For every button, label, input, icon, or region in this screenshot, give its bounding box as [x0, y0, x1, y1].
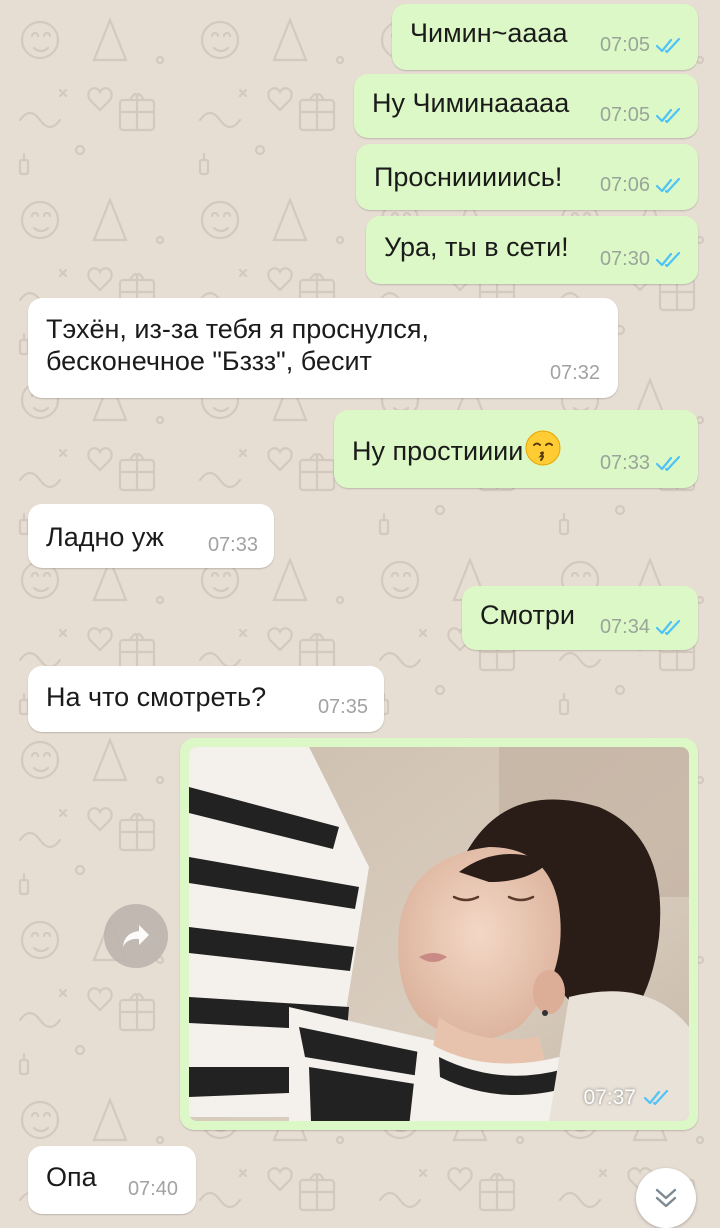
message-text: Смотри — [480, 600, 575, 630]
forward-button[interactable] — [104, 904, 168, 968]
message-text: Ну простииии — [352, 436, 524, 466]
message-time: 07:05 — [599, 34, 650, 56]
double-chevron-down-icon — [655, 1188, 677, 1208]
message-text-wrap: Ну простииии — [352, 430, 561, 468]
message-incoming[interactable]: Опа 07:40 — [28, 1146, 196, 1214]
message-time: 07:33 — [599, 452, 650, 474]
message-time: 07:35 — [317, 696, 368, 718]
message-time: 07:37 — [583, 1086, 636, 1109]
shared-photo[interactable] — [189, 747, 689, 1121]
message-time: 07:40 — [127, 1178, 178, 1200]
kissing-face-emoji — [525, 430, 561, 466]
message-text: Чимин~аааа — [410, 18, 568, 48]
double-check-icon — [656, 108, 681, 124]
double-check-icon — [656, 38, 681, 54]
forward-arrow-icon — [123, 925, 149, 947]
message-outgoing[interactable]: Смотри 07:34 — [462, 586, 698, 650]
message-time: 07:06 — [599, 174, 650, 196]
message-time: 07:30 — [599, 248, 650, 270]
double-check-icon — [656, 178, 681, 194]
message-outgoing[interactable]: Чимин~аааа 07:05 — [392, 4, 698, 70]
message-incoming[interactable]: Тэхён, из-за тебя я проснулся, бесконечн… — [28, 298, 618, 398]
double-check-icon — [656, 456, 681, 472]
message-text: Ну Чиминааааа — [372, 88, 570, 118]
chat-thread[interactable]: Чимин~аааа 07:05 Ну Чиминааааа 07:05 Про… — [0, 0, 720, 1228]
message-text: Ура, ты в сети! — [384, 232, 569, 262]
message-text: Ладно уж — [46, 522, 164, 552]
message-outgoing[interactable]: Проснииииись! 07:06 — [356, 144, 698, 210]
scroll-to-bottom-button[interactable] — [636, 1168, 696, 1228]
message-outgoing[interactable]: Ну простииии 07:33 — [334, 410, 698, 488]
message-text-line-2: бесконечное "Бззз", бесит — [46, 346, 372, 376]
message-time: 07:33 — [207, 534, 258, 556]
message-time: 07:32 — [549, 362, 600, 384]
double-check-icon — [656, 252, 681, 268]
message-outgoing[interactable]: Ура, ты в сети! 07:30 — [366, 216, 698, 284]
message-time: 07:34 — [599, 616, 650, 638]
image-message[interactable]: 07:37 — [180, 738, 698, 1130]
message-text: Опа — [46, 1162, 97, 1192]
message-time: 07:05 — [599, 104, 650, 126]
message-text-line-1: Тэхён, из-за тебя я проснулся, — [46, 314, 429, 344]
message-outgoing[interactable]: Ну Чиминааааа 07:05 — [354, 74, 698, 138]
message-text: На что смотреть? — [46, 682, 267, 712]
double-check-icon — [656, 620, 681, 636]
photo-image — [189, 747, 689, 1121]
message-incoming[interactable]: На что смотреть? 07:35 — [28, 666, 384, 732]
double-check-icon — [644, 1090, 669, 1106]
message-text: Проснииииись! — [374, 162, 563, 192]
message-incoming[interactable]: Ладно уж 07:33 — [28, 504, 274, 568]
